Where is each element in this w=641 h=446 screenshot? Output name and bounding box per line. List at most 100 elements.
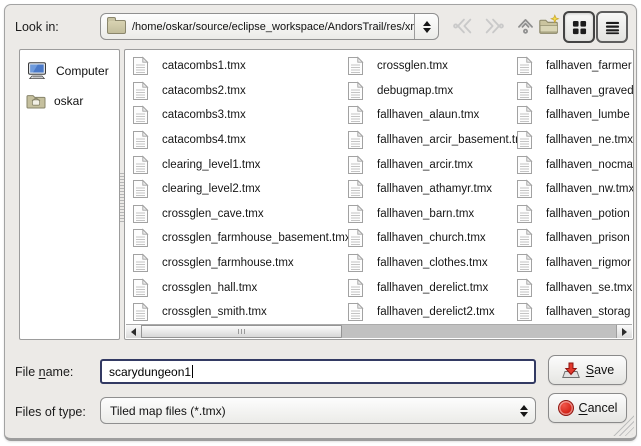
file-icon <box>516 81 533 101</box>
file-icon <box>132 228 149 248</box>
file-item[interactable]: fallhaven_lumbe <box>516 103 634 128</box>
home-folder-icon <box>26 93 46 109</box>
file-item-label: fallhaven_barn.tmx <box>377 208 474 220</box>
file-icon <box>132 253 149 273</box>
up-folder-icon <box>515 15 536 37</box>
file-item[interactable]: fallhaven_prison <box>516 226 634 251</box>
file-icon <box>347 228 364 248</box>
file-item[interactable]: catacombs2.tmx <box>132 79 344 104</box>
file-item-label: catacombs1.tmx <box>162 60 246 72</box>
cancel-button-label: Cancel <box>579 401 618 415</box>
file-icon <box>347 81 364 101</box>
file-icon <box>347 302 364 322</box>
file-item-label: fallhaven_prison <box>546 232 630 244</box>
file-icon <box>132 130 149 150</box>
horizontal-scrollbar[interactable] <box>126 324 632 338</box>
file-item-label: fallhaven_clothes.tmx <box>377 257 488 269</box>
combo-spinner-icon[interactable] <box>414 14 438 39</box>
file-item-label: fallhaven_nocma <box>546 159 633 171</box>
file-item-label: catacombs2.tmx <box>162 85 246 97</box>
file-item[interactable]: fallhaven_nocma <box>516 152 634 177</box>
new-folder-icon <box>537 14 561 38</box>
save-button-label: Save <box>586 363 615 377</box>
file-item-label: crossglen_farmhouse_basement.tmx <box>162 232 351 244</box>
file-item[interactable]: crossglen_cave.tmx <box>132 202 344 227</box>
file-item[interactable]: fallhaven_church.tmx <box>347 226 515 251</box>
file-item[interactable]: debugmap.tmx <box>347 79 515 104</box>
file-item[interactable]: crossglen_farmhouse.tmx <box>132 251 344 276</box>
file-item[interactable]: crossglen_hall.tmx <box>132 275 344 300</box>
list-view-button[interactable] <box>596 11 628 43</box>
file-item[interactable]: fallhaven_clothes.tmx <box>347 251 515 276</box>
sidebar-item-computer[interactable]: Computer <box>20 56 119 86</box>
file-item[interactable]: fallhaven_potion <box>516 202 634 227</box>
file-item-label: fallhaven_potion <box>546 208 630 220</box>
sidebar-item-oskar[interactable]: oskar <box>20 86 119 116</box>
file-icon <box>516 179 533 199</box>
file-icon <box>132 56 149 76</box>
places-panel: Computer oskar <box>19 49 120 340</box>
file-icon <box>516 204 533 224</box>
file-item[interactable]: fallhaven_derelict.tmx <box>347 275 515 300</box>
file-item[interactable]: fallhaven_storag <box>516 300 634 325</box>
file-icon <box>516 130 533 150</box>
file-item-label: fallhaven_ne.tmx <box>546 134 633 146</box>
file-item[interactable]: crossglen_farmhouse_basement.tmx <box>132 226 344 251</box>
file-icon <box>516 302 533 322</box>
file-item-label: fallhaven_arcir.tmx <box>377 159 473 171</box>
file-item[interactable]: fallhaven_ne.tmx <box>516 128 634 153</box>
computer-icon <box>26 62 48 80</box>
file-item[interactable]: fallhaven_rigmor <box>516 251 634 276</box>
file-icon <box>347 179 364 199</box>
combo-spinner-icon[interactable] <box>512 398 535 423</box>
files-of-type-value: Tiled map files (*.tmx) <box>110 404 512 418</box>
file-list-panel: catacombs1.tmx catacombs2.tmx catacombs3.t… <box>124 49 634 340</box>
list-view-icon <box>605 20 620 35</box>
file-item[interactable]: catacombs4.tmx <box>132 128 344 153</box>
look-in-label: Look in: <box>15 14 59 40</box>
file-name-input[interactable]: scarydungeon1 <box>100 359 536 384</box>
forward-icon <box>483 15 505 37</box>
file-item[interactable]: fallhaven_farmer <box>516 54 634 79</box>
file-item-label: clearing_level1.tmx <box>162 159 260 171</box>
file-item[interactable]: crossglen.tmx <box>347 54 515 79</box>
files-of-type-combo[interactable]: Tiled map files (*.tmx) <box>100 397 536 424</box>
file-item-label: fallhaven_farmer <box>546 60 632 72</box>
file-icon <box>132 155 149 175</box>
file-item[interactable]: clearing_level1.tmx <box>132 152 344 177</box>
file-item[interactable]: fallhaven_graved <box>516 79 634 104</box>
file-icon <box>347 204 364 224</box>
new-folder-button[interactable] <box>536 13 562 39</box>
sidebar-item-label: Computer <box>56 64 109 78</box>
scroll-left-button[interactable] <box>126 325 142 338</box>
file-item-label: fallhaven_rigmor <box>546 257 631 269</box>
file-item-label: crossglen_smith.tmx <box>162 306 267 318</box>
file-item-label: crossglen_cave.tmx <box>162 208 264 220</box>
file-item[interactable]: fallhaven_arcir.tmx <box>347 152 515 177</box>
save-button[interactable]: Save <box>548 355 627 385</box>
file-icon <box>132 302 149 322</box>
file-item[interactable]: catacombs3.tmx <box>132 103 344 128</box>
up-folder-button[interactable] <box>513 14 537 38</box>
file-item[interactable]: fallhaven_se.tmx <box>516 275 634 300</box>
file-item[interactable]: fallhaven_barn.tmx <box>347 202 515 227</box>
cancel-button[interactable]: Cancel <box>548 393 627 423</box>
file-item[interactable]: fallhaven_alaun.tmx <box>347 103 515 128</box>
scroll-right-button[interactable] <box>616 325 632 338</box>
file-icon <box>347 56 364 76</box>
folder-icon <box>107 20 126 34</box>
file-item-label: fallhaven_arcir_basement.tmx <box>377 134 530 146</box>
file-item[interactable]: clearing_level2.tmx <box>132 177 344 202</box>
file-icon <box>347 105 364 125</box>
look-in-path: /home/oskar/source/eclipse_workspace/And… <box>132 21 414 33</box>
file-item[interactable]: fallhaven_nw.tmx <box>516 177 634 202</box>
file-item[interactable]: fallhaven_arcir_basement.tmx <box>347 128 515 153</box>
cancel-stop-icon <box>558 400 574 416</box>
grid-view-button[interactable] <box>563 11 595 43</box>
scrollbar-thumb[interactable] <box>141 325 342 338</box>
look-in-combo[interactable]: /home/oskar/source/eclipse_workspace/And… <box>100 13 439 40</box>
file-item[interactable]: catacombs1.tmx <box>132 54 344 79</box>
file-item[interactable]: crossglen_smith.tmx <box>132 300 344 325</box>
file-item[interactable]: fallhaven_athamyr.tmx <box>347 177 515 202</box>
file-item[interactable]: fallhaven_derelict2.tmx <box>347 300 515 325</box>
